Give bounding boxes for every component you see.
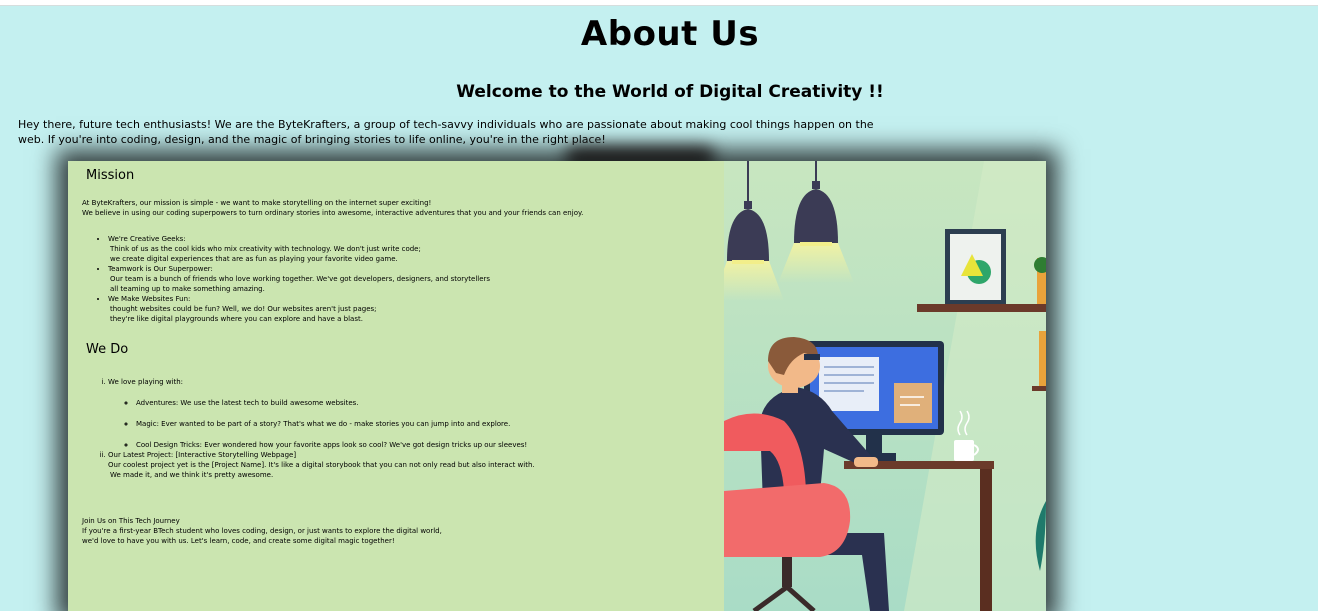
mission-line-2: We believe in using our coding superpowe… <box>82 209 584 217</box>
join-line-1: If you're a first-year BTech student who… <box>82 527 442 535</box>
wedo-list: We love playing with: Adventures: We use… <box>98 377 588 480</box>
item-line: all teaming up to make something amazing… <box>110 285 265 293</box>
list-item: Teamwork is Our Superpower: Our team is … <box>108 264 608 294</box>
list-item: We're Creative Geeks: Think of us as the… <box>108 234 608 264</box>
love-title: We love playing with: <box>108 378 184 386</box>
item-line: they're like digital playgrounds where y… <box>110 315 363 323</box>
project-line: We made it, and we think it's pretty awe… <box>110 471 274 479</box>
browser-top-edge <box>0 0 1318 6</box>
page-title: About Us <box>580 14 760 54</box>
item-line: Our team is a bunch of friends who love … <box>110 275 491 283</box>
wedo-heading: We Do <box>86 342 129 357</box>
mission-line-1: At ByteKrafters, our mission is simple -… <box>82 199 432 207</box>
person-at-computer-illustration <box>712 161 1046 611</box>
item-title: Teamwork is Our Superpower: <box>108 265 213 273</box>
page-subtitle: Welcome to the World of Digital Creativi… <box>456 82 884 102</box>
item-line: thought websites could be fun? Well, we … <box>110 305 377 313</box>
item-line: we create digital experiences that are a… <box>110 255 398 263</box>
love-list: Adventures: We use the latest tech to bu… <box>108 398 588 450</box>
join-title: Join Us on This Tech Journey <box>82 517 180 525</box>
framed-picture-icon <box>945 229 1006 305</box>
intro-paragraph: Hey there, future tech enthusiasts! We a… <box>18 118 874 146</box>
item-title: We're Creative Geeks: <box>108 235 186 243</box>
text-pane: Mission At ByteKrafters, our mission is … <box>68 161 724 611</box>
project-title: Our Latest Project: [Interactive Storyte… <box>108 451 297 459</box>
list-item: We love playing with: Adventures: We use… <box>108 377 588 450</box>
mission-heading: Mission <box>86 168 135 183</box>
list-item: We Make Websites Fun: thought websites c… <box>108 294 608 324</box>
item-line: Think of us as the cool kids who mix cre… <box>110 245 421 253</box>
project-line: Our coolest project yet is the [Project … <box>108 461 535 469</box>
list-item: Cool Design Tricks: Ever wondered how yo… <box>136 440 588 450</box>
list-item: Adventures: We use the latest tech to bu… <box>136 398 588 408</box>
mission-list: We're Creative Geeks: Think of us as the… <box>94 234 608 324</box>
list-item: Our Latest Project: [Interactive Storyte… <box>108 450 588 480</box>
list-item: Magic: Ever wanted to be part of a story… <box>136 419 588 429</box>
join-line-2: we'd love to have you with us. Let's lea… <box>82 537 395 545</box>
about-card: Mission At ByteKrafters, our mission is … <box>68 161 1046 611</box>
illustration-pane <box>712 161 1046 611</box>
item-title: We Make Websites Fun: <box>108 295 191 303</box>
